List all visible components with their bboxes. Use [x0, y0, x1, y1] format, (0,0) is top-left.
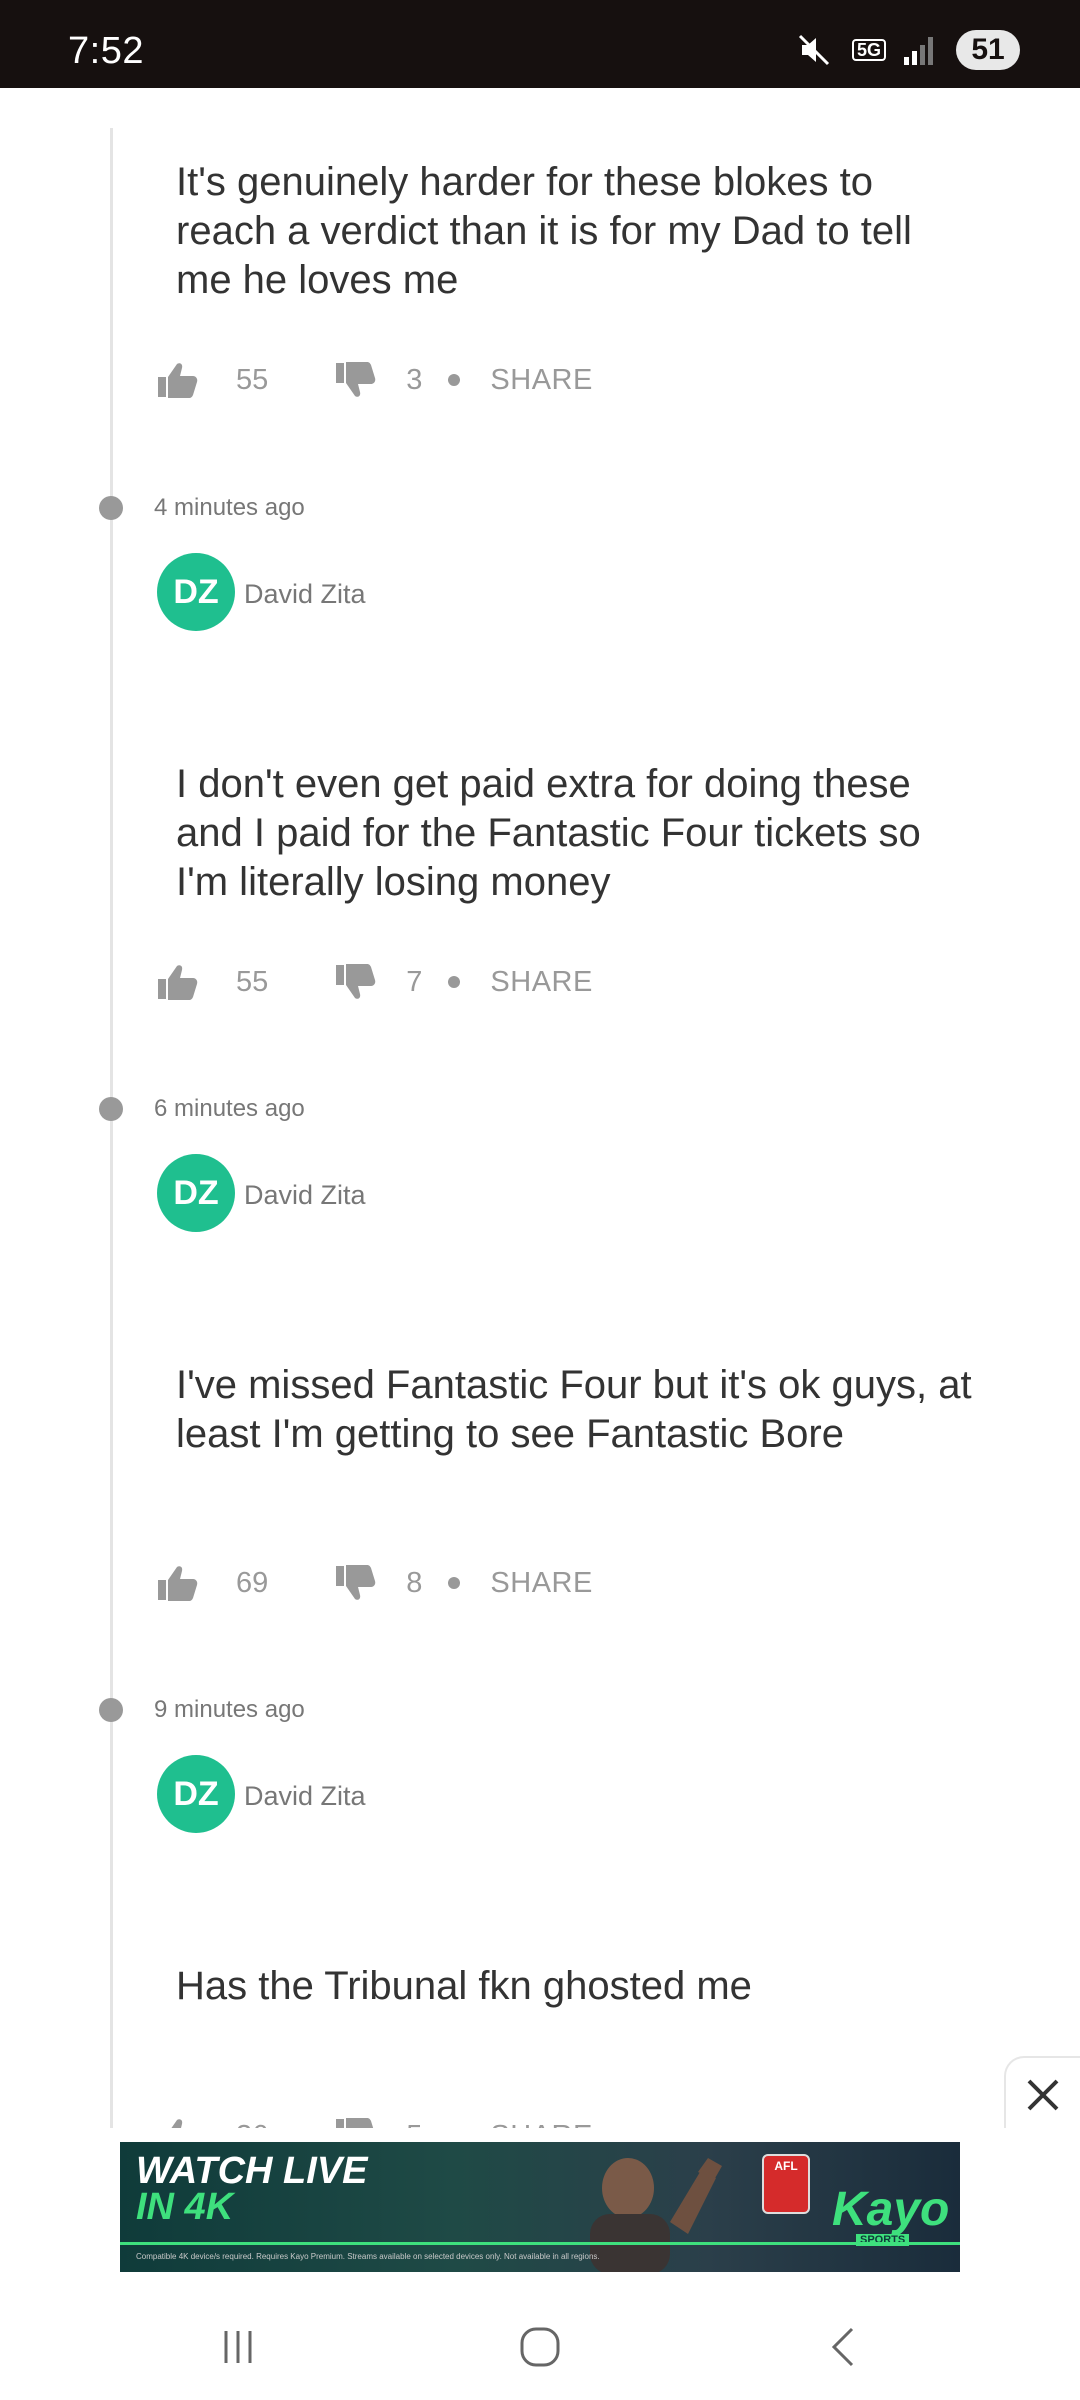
author-name[interactable]: David Zita — [244, 579, 366, 610]
kayo-logo: Kayo — [832, 2183, 950, 2236]
signal-icon — [904, 35, 938, 65]
back-button[interactable] — [804, 2312, 884, 2382]
thumbs-down-icon[interactable] — [334, 1563, 378, 1603]
avatar[interactable]: DZ — [157, 553, 235, 631]
dislike-count: 7 — [406, 965, 423, 998]
recent-apps-button[interactable] — [198, 2312, 278, 2382]
share-button[interactable]: SHARE — [490, 364, 592, 397]
avatar[interactable]: DZ — [157, 1154, 235, 1232]
close-icon — [1027, 2079, 1059, 2111]
comment-text: Has the Tribunal fkn ghosted me — [176, 1964, 752, 2008]
ad-fine-print: Compatible 4K device/s required. Require… — [136, 2252, 600, 2261]
recent-apps-icon — [224, 2331, 252, 2363]
battery-indicator: 51 — [956, 30, 1020, 70]
separator-dot — [448, 976, 461, 988]
comment-timestamp: 9 minutes ago — [154, 1696, 305, 1723]
comment-text: It's genuinely harder for these blokes t… — [176, 160, 912, 302]
navigation-bar — [0, 2290, 1080, 2400]
like-count: 55 — [236, 965, 269, 998]
separator-dot — [448, 1577, 461, 1589]
thumbs-up-icon[interactable] — [156, 962, 200, 1002]
comment-actions: 55 7 SHARE — [156, 962, 593, 1002]
thumbs-up-icon[interactable] — [156, 360, 200, 400]
status-time: 7:52 — [68, 30, 144, 72]
comment-text: I've missed Fantastic Four but it's ok g… — [176, 1363, 972, 1456]
thumbs-down-icon[interactable] — [334, 962, 378, 1002]
comment-actions: 69 8 SHARE — [156, 1563, 593, 1603]
mute-icon — [798, 34, 830, 66]
avatar[interactable]: DZ — [157, 1755, 235, 1833]
dislike-count: 8 — [406, 1566, 423, 1599]
timeline-dot — [99, 1698, 123, 1722]
home-button[interactable] — [500, 2312, 580, 2382]
share-button[interactable]: SHARE — [490, 1567, 592, 1600]
ad-close-button[interactable] — [1004, 2056, 1080, 2134]
home-icon — [520, 2327, 560, 2367]
ad-banner[interactable]: WATCH LIVE IN 4K AFL Kayo SPORTS Compati… — [120, 2142, 960, 2272]
ad-subheadline: IN 4K — [136, 2186, 234, 2228]
author-name[interactable]: David Zita — [244, 1781, 366, 1812]
back-icon — [831, 2327, 854, 2367]
comment-actions: 55 3 SHARE — [156, 360, 593, 400]
author-name[interactable]: David Zita — [244, 1180, 366, 1211]
like-count: 55 — [236, 363, 269, 396]
dislike-count: 3 — [406, 363, 423, 396]
comment-timestamp: 4 minutes ago — [154, 494, 305, 521]
thumbs-up-icon[interactable] — [156, 1563, 200, 1603]
ad-stripe — [120, 2242, 960, 2245]
timeline-dot — [99, 1097, 123, 1121]
timeline-line — [110, 128, 113, 2128]
thumbs-down-icon[interactable] — [334, 360, 378, 400]
status-icons: 5G 51 — [794, 30, 1020, 70]
timeline-dot — [99, 496, 123, 520]
share-button[interactable]: SHARE — [490, 966, 592, 999]
status-bar: 7:52 5G 51 — [0, 0, 1080, 88]
afl-badge: AFL — [762, 2154, 810, 2214]
like-count: 69 — [236, 1566, 269, 1599]
comment-text: I don't even get paid extra for doing th… — [176, 762, 921, 904]
separator-dot — [448, 374, 461, 386]
comment-timestamp: 6 minutes ago — [154, 1095, 305, 1122]
network-5g-icon: 5G — [851, 39, 886, 61]
ad-headline: WATCH LIVE — [136, 2150, 368, 2192]
